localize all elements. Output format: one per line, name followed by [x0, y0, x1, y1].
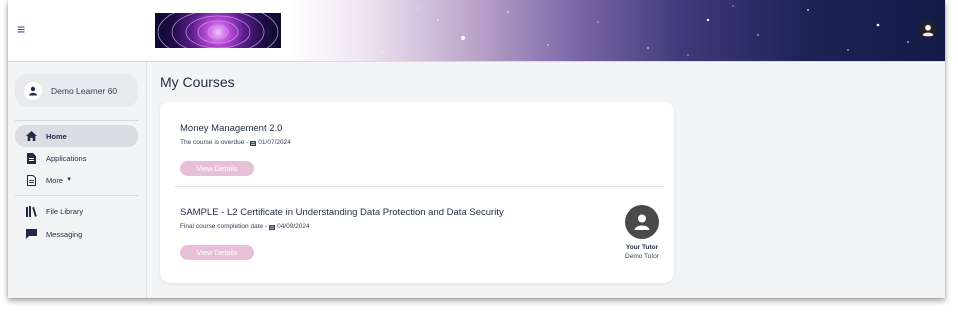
view-details-button[interactable]: View Details [180, 245, 254, 260]
chat-icon [25, 228, 37, 240]
sidebar-item-file-library[interactable]: File Library [15, 200, 138, 222]
sidebar-item-label: More [46, 175, 64, 185]
file-icon [25, 174, 37, 186]
tutor-info[interactable]: Your Tutor Demo Tutor [612, 205, 672, 260]
sidebar-item-applications[interactable]: Applications [15, 147, 138, 169]
banner-image [155, 13, 281, 48]
course-title: SAMPLE - L2 Certificate in Understanding… [180, 207, 504, 218]
top-header: ≡ [8, 0, 945, 62]
main-content: My Courses Money Management 2.0 The cour… [147, 62, 945, 298]
sidebar-item-more[interactable]: More ▼ [15, 169, 138, 191]
course-date: 01/07/2024 [258, 139, 291, 146]
course-title: Money Management 2.0 [180, 123, 283, 134]
course-status: Final course completion date - 04/09/202… [180, 223, 310, 230]
hamburger-menu-icon[interactable]: ≡ [17, 22, 27, 36]
course-date: 04/09/2024 [277, 223, 310, 230]
course-separator [174, 186, 664, 187]
sidebar-item-label: File Library [46, 206, 84, 216]
sidebar-item-home[interactable]: Home [15, 125, 138, 147]
account-circle-icon[interactable] [919, 21, 937, 39]
chevron-down-icon: ▼ [66, 177, 73, 183]
user-name: Demo Learner 60 [51, 85, 118, 96]
user-profile-card[interactable]: Demo Learner 60 [15, 74, 138, 107]
person-icon [24, 81, 42, 100]
app-window: ≡ Demo Learner 60 Home Applications More… [8, 0, 945, 298]
course-status: The course is overdue - 01/07/2024 [180, 139, 291, 146]
sidebar-divider [15, 120, 138, 121]
library-icon [25, 205, 37, 217]
sidebar: Demo Learner 60 Home Applications More ▼ [8, 62, 147, 298]
tutor-name: Demo Tutor [625, 253, 659, 260]
courses-card: Money Management 2.0 The course is overd… [160, 102, 674, 283]
view-details-button[interactable]: View Details [180, 161, 254, 176]
sidebar-divider [15, 195, 138, 196]
header-background [382, 5, 909, 56]
course-status-text: Final course completion date - [180, 223, 268, 230]
calendar-icon [269, 224, 276, 230]
sidebar-item-label: Applications [46, 153, 87, 163]
sidebar-item-label: Messaging [46, 229, 83, 239]
tutor-avatar-icon [625, 205, 659, 239]
course-status-text: The course is overdue - [180, 139, 249, 146]
tutor-label: Your Tutor [625, 244, 659, 251]
page-title: My Courses [160, 74, 235, 90]
home-icon [25, 130, 37, 142]
document-icon [25, 152, 37, 164]
sidebar-item-messaging[interactable]: Messaging [15, 223, 138, 245]
sidebar-item-label: Home [46, 131, 67, 141]
calendar-icon [250, 140, 257, 146]
